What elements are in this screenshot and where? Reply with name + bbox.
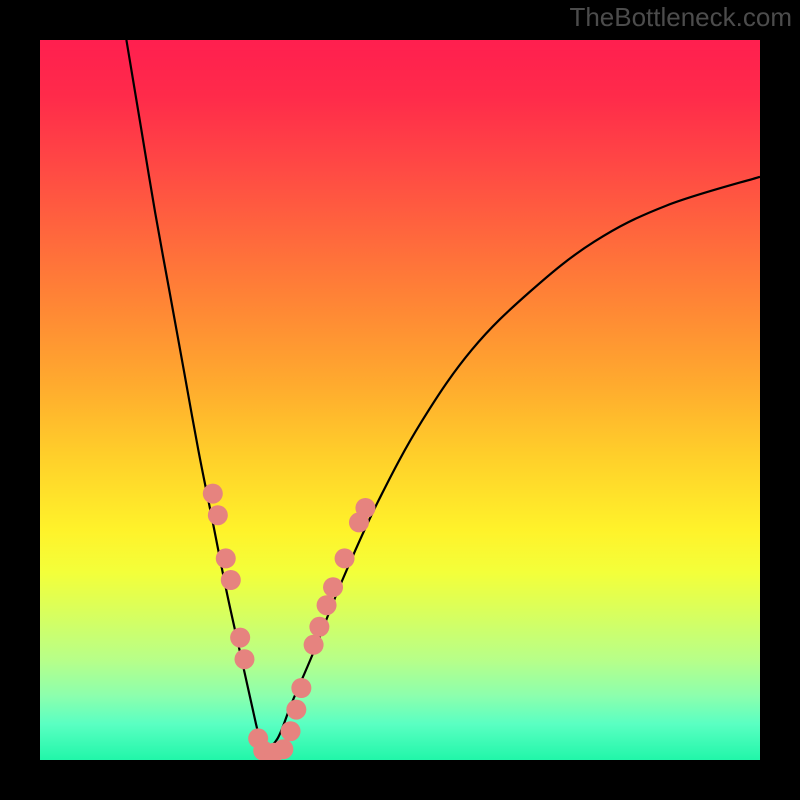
highlight-marker — [234, 649, 254, 669]
right-branch-curve — [263, 177, 760, 753]
marker-group — [203, 484, 376, 760]
highlight-marker — [323, 577, 343, 597]
highlight-marker — [335, 548, 355, 568]
highlight-marker — [230, 628, 250, 648]
highlight-marker — [291, 678, 311, 698]
highlight-marker — [208, 505, 228, 525]
highlight-marker — [309, 617, 329, 637]
watermark-text: TheBottleneck.com — [569, 2, 792, 33]
highlight-marker — [286, 700, 306, 720]
highlight-marker — [317, 595, 337, 615]
plot-area — [40, 40, 760, 760]
highlight-marker — [221, 570, 241, 590]
curves-layer — [40, 40, 760, 760]
highlight-marker — [281, 721, 301, 741]
highlight-marker — [273, 739, 293, 759]
highlight-marker — [203, 484, 223, 504]
chart-frame: TheBottleneck.com — [0, 0, 800, 800]
highlight-marker — [304, 635, 324, 655]
highlight-marker — [355, 498, 375, 518]
highlight-marker — [216, 548, 236, 568]
